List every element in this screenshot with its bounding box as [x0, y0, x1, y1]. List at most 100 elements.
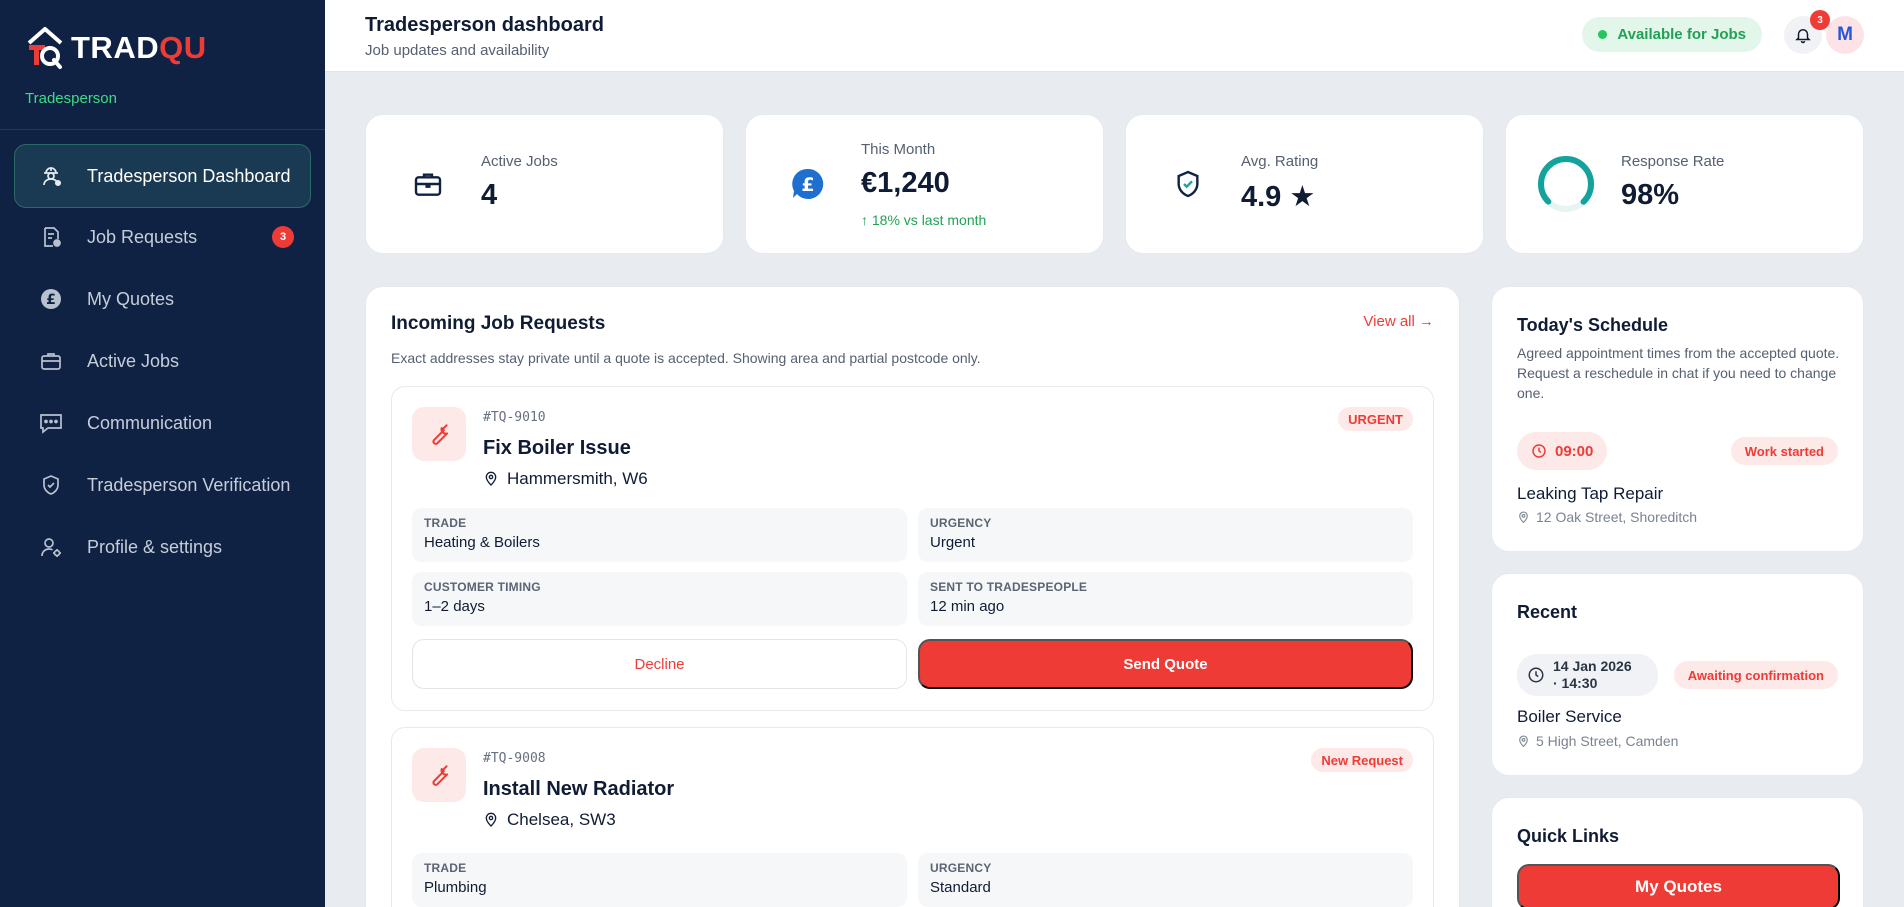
map-pin-icon [485, 812, 497, 827]
wrench-icon [412, 748, 466, 802]
field-value: Plumbing [424, 879, 487, 896]
sidebar: TRADQU Tradesperson Tradesperson Dashboa… [0, 0, 325, 907]
trade-field: TRADE Plumbing [412, 853, 907, 907]
timing-field: CUSTOMER TIMING 1–2 days [412, 572, 907, 626]
brand: TRADQU Tradesperson [0, 0, 325, 130]
logo-text-white: TRAD [71, 30, 160, 65]
logo-mark-icon [27, 27, 63, 69]
job-title: Fix Boiler Issue [483, 437, 631, 459]
field-value: Urgent [930, 534, 976, 551]
sidebar-item-label: Profile & settings [87, 536, 223, 557]
urgency-badge: URGENT [1338, 407, 1413, 431]
sidebar-item-label: My Quotes [87, 288, 175, 309]
sidebar-item-verification[interactable]: Tradesperson Verification [14, 454, 311, 516]
stat-value: 98% [1621, 179, 1680, 211]
sidebar-item-label: Active Jobs [87, 350, 180, 371]
recent-date-text: 14 Jan 2026 · 14:30 [1553, 658, 1632, 692]
stat-value: €1,240 [861, 167, 950, 199]
stat-label: This Month [861, 141, 936, 158]
schedule-address-text: 12 Oak Street, Shoreditch [1536, 509, 1698, 525]
map-pin-icon [485, 471, 497, 486]
card-title: Today's Schedule [1517, 315, 1668, 335]
sidebar-nav: Tradesperson Dashboard Job Requests 3 £ … [0, 130, 325, 592]
bell-icon [1795, 29, 1811, 44]
stat-label: Avg. Rating [1241, 153, 1319, 170]
job-requests-panel: Incoming Job Requests View all → Exact a… [365, 286, 1460, 907]
availability-toggle[interactable]: Available for Jobs [1582, 17, 1762, 52]
logo-text: TRADQU [71, 30, 207, 66]
decline-button[interactable]: Decline [412, 639, 907, 689]
logo[interactable]: TRADQU [25, 20, 300, 76]
field-value: 12 min ago [930, 598, 1005, 615]
quick-links-card: Quick Links My Quotes [1491, 797, 1864, 907]
map-pin-icon [1519, 511, 1528, 523]
job-request-card: #TQ-9010 Fix Boiler Issue Hammersmith, W… [391, 386, 1434, 711]
field-key: SENT TO TRADESPEOPLE [930, 580, 1088, 594]
field-key: TRADE [424, 516, 467, 530]
pound-badge-icon: £ [788, 164, 828, 204]
recent-date-line1: 14 Jan 2026 [1553, 658, 1632, 674]
sidebar-item-my-quotes[interactable]: £ My Quotes [14, 268, 311, 330]
job-location-text: Chelsea, SW3 [507, 810, 616, 829]
view-all-link[interactable]: View all → [1363, 313, 1434, 330]
status-badge: Work started [1730, 437, 1838, 465]
shield-check-icon [1168, 164, 1208, 204]
field-value: 1–2 days [424, 598, 485, 615]
avatar[interactable]: M [1826, 16, 1864, 54]
recent-date-line2: · 14:30 [1553, 675, 1598, 691]
field-value: Heating & Boilers [424, 534, 540, 551]
job-id: #TQ-9008 [483, 751, 546, 766]
user-settings-icon [37, 533, 65, 561]
availability-label: Available for Jobs [1617, 26, 1746, 43]
trade-field: TRADE Heating & Boilers [412, 508, 907, 562]
job-requests-badge: 3 [272, 226, 294, 248]
sidebar-item-label: Communication [87, 412, 213, 433]
sidebar-item-label: Job Requests [87, 226, 198, 247]
stat-trend: ↑ 18% vs last month [861, 212, 987, 228]
urgency-field: URGENCY Urgent [918, 508, 1413, 562]
stat-label: Active Jobs [481, 153, 558, 170]
schedule-job-title[interactable]: Leaking Tap Repair [1517, 484, 1663, 504]
field-value: Standard [930, 879, 991, 896]
field-key: URGENCY [930, 861, 992, 875]
progress-ring-icon [1536, 154, 1596, 214]
recent-card: Recent 14 Jan 2026 · 14:30 Awaiting confi… [1491, 573, 1864, 776]
sent-field: SENT TO TRADESPEOPLE 12 min ago [918, 572, 1413, 626]
svg-text:£: £ [46, 292, 56, 308]
sidebar-item-communication[interactable]: Communication [14, 392, 311, 454]
sidebar-item-dashboard[interactable]: Tradesperson Dashboard [14, 144, 311, 208]
sidebar-item-profile[interactable]: Profile & settings [14, 516, 311, 578]
job-id: #TQ-9010 [483, 410, 546, 425]
svg-text:£: £ [801, 174, 814, 196]
logo-text-red: QU [159, 30, 207, 65]
notifications-button[interactable]: 3 [1784, 10, 1830, 54]
stat-card-avg-rating: Avg. Rating 4.9 ★ [1125, 114, 1484, 254]
stat-value: 4.9 ★ [1241, 181, 1316, 213]
sidebar-item-label: Tradesperson Verification [87, 474, 291, 495]
stat-label: Response Rate [1621, 153, 1725, 170]
urgency-field: URGENCY Standard [918, 853, 1413, 907]
role-label: Tradesperson [25, 90, 117, 107]
card-title: Recent [1517, 602, 1578, 622]
recent-job-title[interactable]: Boiler Service [1517, 707, 1622, 727]
stat-card-this-month: £ This Month €1,240 ↑ 18% vs last month [745, 114, 1104, 254]
my-quotes-button[interactable]: My Quotes [1517, 864, 1840, 907]
schedule-address: 12 Oak Street, Shoreditch [1517, 509, 1697, 525]
recent-date: 14 Jan 2026 · 14:30 [1517, 654, 1658, 696]
card-description: Agreed appointment times from the accept… [1517, 345, 1840, 401]
pound-icon: £ [37, 285, 65, 313]
job-location: Chelsea, SW3 [483, 810, 616, 830]
worker-icon [37, 162, 65, 190]
briefcase-icon [408, 164, 448, 204]
sidebar-item-job-requests[interactable]: Job Requests 3 [14, 206, 311, 268]
sidebar-item-active-jobs[interactable]: Active Jobs [14, 330, 311, 392]
stat-value: 4 [481, 179, 498, 211]
shield-icon [37, 471, 65, 499]
job-request-card: #TQ-9008 Install New Radiator Chelsea, S… [391, 727, 1434, 907]
stat-card-response-rate: Response Rate 98% [1505, 114, 1864, 254]
appointment-time: 09:00 [1517, 432, 1608, 470]
send-quote-button[interactable]: Send Quote [918, 639, 1413, 689]
field-key: URGENCY [930, 516, 992, 530]
top-header: Tradesperson dashboard Job updates and a… [325, 0, 1904, 72]
status-dot-icon [1598, 30, 1608, 39]
